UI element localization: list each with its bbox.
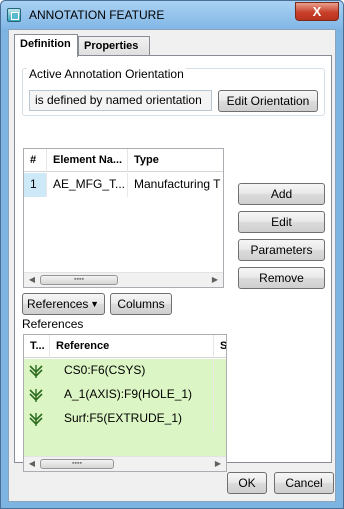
scroll-left-icon[interactable]: ◀ — [25, 457, 39, 471]
col-reference[interactable]: Reference — [50, 335, 214, 358]
col-ref-status[interactable]: S — [214, 335, 226, 358]
scroll-right-icon[interactable]: ▶ — [208, 273, 222, 287]
scroll-left-icon[interactable]: ◀ — [25, 273, 39, 287]
col-type[interactable]: Type — [128, 149, 223, 172]
close-button[interactable]: X — [295, 2, 339, 21]
table-row[interactable]: 1 AE_MFG_T... Manufacturing T — [24, 173, 223, 197]
elements-horizontal-scrollbar[interactable]: ◀ ▪▪▪▪ ▶ — [24, 272, 223, 287]
orientation-group: Active Annotation Orientation is defined… — [22, 67, 325, 116]
dialog-body: Definition Properties Active Annotation … — [8, 29, 336, 502]
window-title: ANNOTATION FEATURE — [29, 8, 165, 22]
scroll-thumb[interactable]: ▪▪▪▪ — [40, 459, 114, 469]
tab-definition[interactable]: Definition — [14, 34, 78, 57]
col-number[interactable]: # — [24, 149, 47, 172]
datum-reference-icon — [29, 413, 43, 426]
definition-panel: Active Annotation Orientation is defined… — [14, 55, 332, 472]
row-number: 1 — [24, 173, 47, 197]
parameters-button[interactable]: Parameters — [238, 239, 325, 261]
edit-orientation-button[interactable]: Edit Orientation — [218, 90, 318, 112]
row-type: Manufacturing T — [128, 173, 223, 197]
reference-text: CS0:F6(CSYS) — [50, 359, 214, 383]
orientation-field: is defined by named orientation — [29, 90, 212, 111]
scroll-right-icon[interactable]: ▶ — [211, 457, 225, 471]
datum-reference-icon — [29, 389, 43, 402]
columns-button[interactable]: Columns — [110, 293, 172, 315]
tab-properties[interactable]: Properties — [78, 36, 150, 55]
ok-button[interactable]: OK — [227, 472, 267, 494]
list-item[interactable]: Surf:F5(EXTRUDE_1) — [24, 407, 226, 431]
references-table-header: T... Reference S — [24, 335, 226, 358]
cancel-button[interactable]: Cancel — [274, 472, 334, 494]
chevron-down-icon: ▼ — [90, 299, 99, 309]
references-label: References — [22, 317, 84, 331]
datum-reference-icon — [29, 365, 43, 378]
elements-table-header: # Element Na... Type — [24, 149, 223, 172]
annotation-feature-window: ANNOTATION FEATURE X Definition Properti… — [0, 0, 344, 509]
references-table: T... Reference S CS0:F6(CSYS) A_1(AXIS):… — [23, 334, 227, 472]
row-element-name: AE_MFG_T... — [47, 173, 128, 197]
references-horizontal-scrollbar[interactable]: ◀ ▪▪▪▪ ▶ — [24, 456, 226, 471]
references-dropdown[interactable]: References ▼ — [22, 293, 105, 315]
remove-button[interactable]: Remove — [238, 267, 325, 289]
title-bar[interactable]: ANNOTATION FEATURE X — [1, 1, 343, 29]
edit-button[interactable]: Edit — [238, 211, 325, 233]
elements-table: # Element Na... Type 1 AE_MFG_T... Manuf… — [23, 148, 224, 288]
orientation-group-label: Active Annotation Orientation — [27, 67, 186, 81]
col-element-name[interactable]: Element Na... — [47, 149, 128, 172]
scroll-thumb[interactable]: ▪▪▪▪ — [40, 275, 118, 285]
app-icon — [7, 8, 21, 22]
col-ref-type[interactable]: T... — [24, 335, 50, 358]
reference-text: Surf:F5(EXTRUDE_1) — [50, 407, 214, 431]
list-item[interactable]: A_1(AXIS):F9(HOLE_1) — [24, 383, 226, 407]
list-item[interactable]: CS0:F6(CSYS) — [24, 359, 226, 383]
reference-text: A_1(AXIS):F9(HOLE_1) — [50, 383, 214, 407]
add-button[interactable]: Add — [238, 183, 325, 205]
references-dropdown-label: References — [27, 297, 89, 311]
